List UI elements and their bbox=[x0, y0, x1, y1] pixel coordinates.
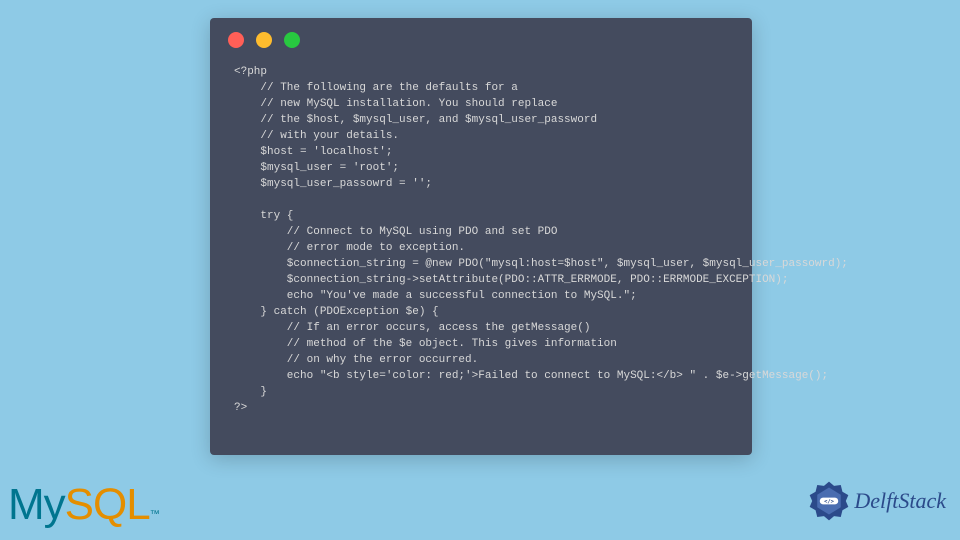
close-button[interactable] bbox=[228, 32, 244, 48]
delftstack-icon: </> bbox=[808, 480, 850, 522]
delftstack-logo: </> DelftStack bbox=[808, 480, 946, 522]
code-window: <?php // The following are the defaults … bbox=[210, 18, 752, 455]
minimize-button[interactable] bbox=[256, 32, 272, 48]
svg-text:</>: </> bbox=[824, 499, 835, 505]
traffic-lights bbox=[210, 18, 752, 62]
mysql-logo-sql: SQL bbox=[65, 480, 150, 529]
mysql-logo: MySQL™ bbox=[8, 480, 159, 530]
mysql-logo-my: My bbox=[8, 480, 65, 529]
code-content: <?php // The following are the defaults … bbox=[210, 62, 752, 432]
mysql-logo-tm: ™ bbox=[150, 509, 159, 520]
maximize-button[interactable] bbox=[284, 32, 300, 48]
delftstack-text: DelftStack bbox=[854, 488, 946, 514]
